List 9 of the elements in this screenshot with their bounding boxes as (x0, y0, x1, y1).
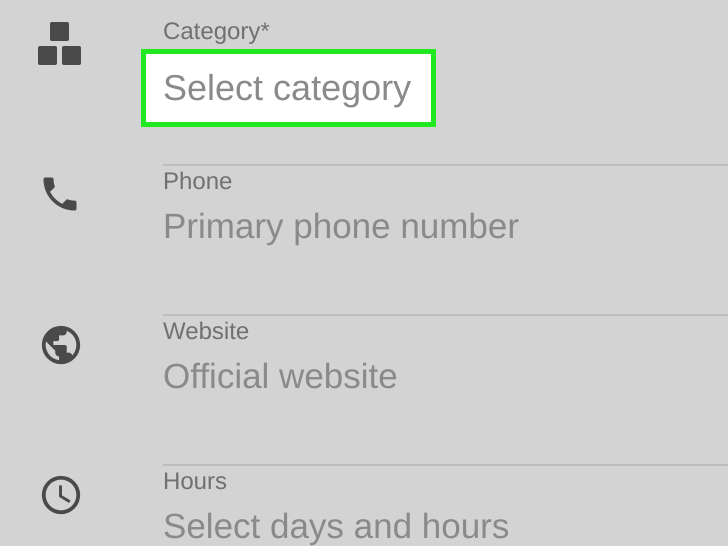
field-label: Website (163, 317, 250, 347)
field-input[interactable]: Select days and hours (163, 507, 510, 546)
field-input[interactable]: Official website (163, 357, 398, 397)
field-input[interactable]: Primary phone number (163, 207, 519, 247)
category-icon (38, 22, 82, 66)
field-label: Phone (163, 167, 234, 197)
field-label: Hours (163, 467, 228, 497)
field-label: Category* (163, 17, 271, 47)
field-input[interactable]: Select category (141, 49, 436, 127)
